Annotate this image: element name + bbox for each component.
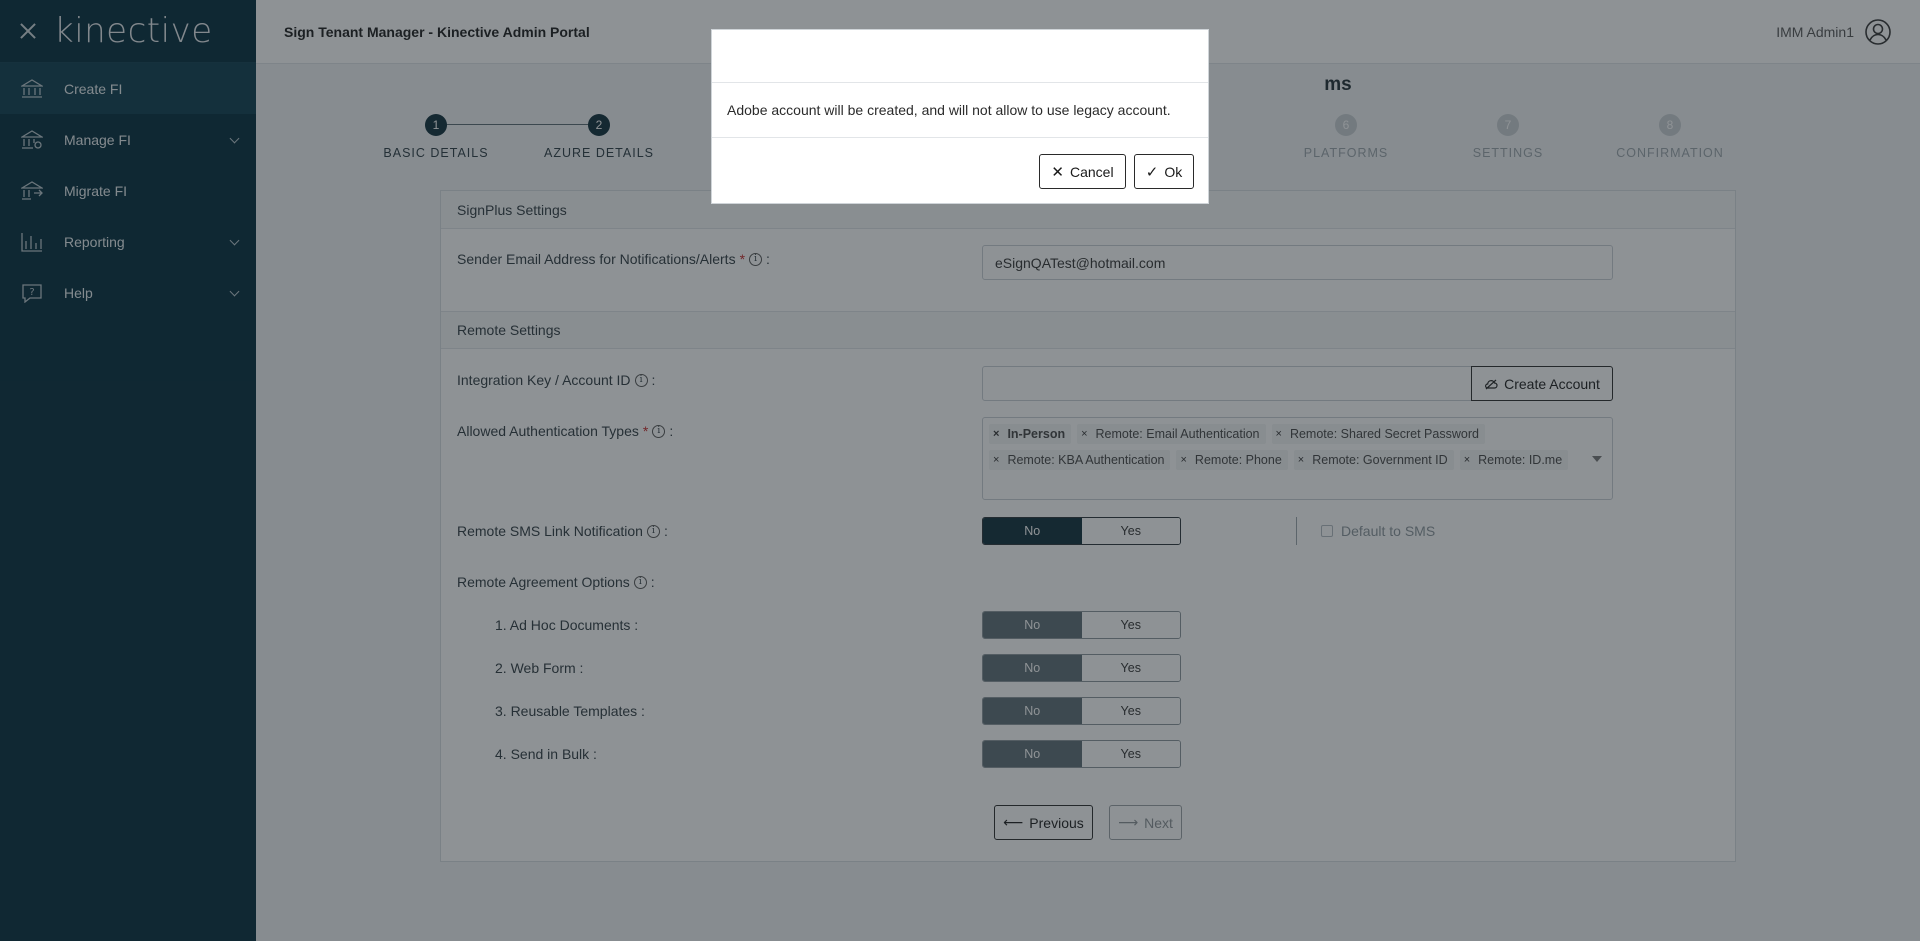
dialog-footer: ✕ Cancel ✓ Ok bbox=[712, 138, 1208, 204]
close-icon: ✕ bbox=[1051, 163, 1064, 181]
cancel-label: Cancel bbox=[1069, 163, 1114, 180]
dialog-message: Adobe account will be created, and will … bbox=[712, 83, 1208, 138]
dialog-header bbox=[712, 30, 1208, 83]
ok-label: Ok bbox=[1164, 163, 1183, 180]
ok-button[interactable]: ✓ Ok bbox=[1134, 154, 1194, 189]
confirm-dialog: Adobe account will be created, and will … bbox=[711, 29, 1209, 204]
check-icon: ✓ bbox=[1145, 163, 1159, 181]
cancel-button[interactable]: ✕ Cancel bbox=[1039, 154, 1126, 189]
